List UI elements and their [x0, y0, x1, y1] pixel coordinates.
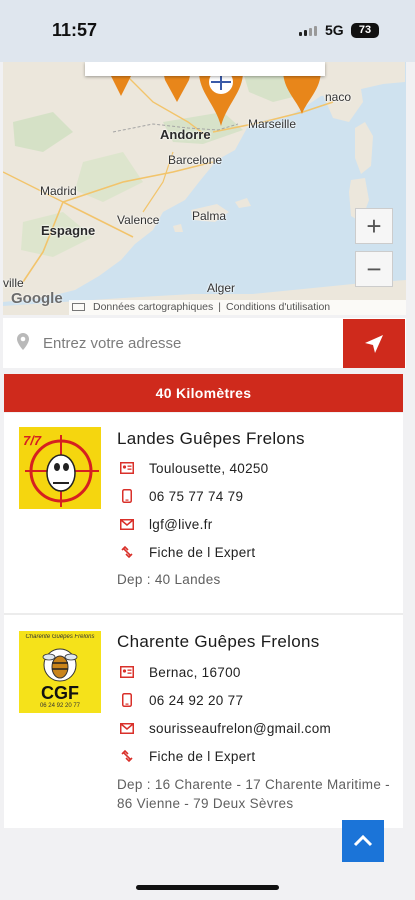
zoom-in-button[interactable]: +: [355, 208, 393, 244]
keyboard-icon[interactable]: [72, 303, 85, 312]
email-row[interactable]: lgf@live.fr: [120, 514, 213, 534]
expert-phone[interactable]: 06 24 92 20 77: [149, 693, 243, 708]
terms-link[interactable]: Conditions d'utilisation: [226, 301, 330, 313]
status-time: 11:57: [52, 20, 98, 40]
map-label-espagne: Espagne: [41, 223, 96, 238]
map-label-andorre: Andorre: [160, 127, 211, 142]
map-label-barcelone: Barcelone: [168, 153, 223, 167]
link-icon: [120, 749, 134, 763]
map-label-ville: ville: [3, 276, 24, 290]
map-data-link[interactable]: Données cartographiques: [93, 301, 213, 313]
geolocate-button[interactable]: [343, 319, 405, 368]
logo-text: 7/7: [23, 433, 42, 448]
expert-profile-link[interactable]: Fiche de l Expert: [149, 749, 255, 764]
phone-row[interactable]: 06 24 92 20 77: [120, 690, 243, 710]
signal-icon: [299, 26, 317, 36]
expert-departments: Dep : 40 Landes: [117, 572, 221, 587]
google-logo: Google: [11, 290, 63, 307]
map-label-madrid: Madrid: [40, 184, 77, 198]
logo-phone-text: 06 24 92 20 77: [39, 703, 81, 709]
expert-phone[interactable]: 06 75 77 74 79: [149, 489, 243, 504]
navigation-arrow-icon: [365, 334, 383, 353]
scroll-to-top-button[interactable]: [342, 820, 384, 862]
phone-screen: 11:57 5G 73 Andorre Marseille naco Madri…: [0, 0, 415, 900]
expert-departments: Dep : 16 Charente - 17 Charente Maritime…: [117, 777, 390, 811]
map-label-monaco: naco: [325, 90, 352, 104]
home-indicator[interactable]: [136, 885, 279, 890]
id-card-icon: [120, 461, 134, 475]
profile-link-row[interactable]: Fiche de l Expert: [120, 542, 255, 562]
expert-logo: 7/7: [19, 427, 101, 509]
address-row: Bernac, 16700: [120, 662, 241, 682]
address-row: Toulousette, 40250: [120, 458, 269, 478]
envelope-icon: [120, 721, 134, 735]
envelope-icon: [120, 517, 134, 531]
link-icon: [120, 545, 134, 559]
expert-name: Charente Guêpes Frelons: [117, 632, 320, 651]
map-attribution: Données cartographiques | Conditions d'uti…: [69, 300, 406, 315]
logo-text: CGF: [41, 683, 79, 703]
network-type: 5G: [325, 22, 344, 38]
expert-location: Toulousette, 40250: [149, 460, 269, 476]
map-label-palma: Palma: [192, 209, 227, 223]
expert-email[interactable]: sourisseaufrelon@gmail.com: [149, 721, 331, 736]
id-card-icon: [120, 665, 134, 679]
chevron-up-icon: [353, 835, 373, 847]
expert-name: Landes Guêpes Frelons: [117, 429, 305, 448]
mobile-phone-icon: [120, 489, 134, 503]
mobile-phone-icon: [120, 693, 134, 707]
expert-card[interactable]: Charente Guêpes Frelons CGF 06 24 92 20 …: [4, 615, 403, 828]
map-overlay-panel: [85, 62, 325, 76]
map-label-valence: Valence: [117, 213, 160, 227]
expert-email[interactable]: lgf@live.fr: [149, 517, 213, 532]
expert-card[interactable]: 7/7 Landes Guêpes Frelons Toulousette, 4…: [4, 413, 403, 613]
map-label-marseille: Marseille: [248, 117, 297, 131]
zoom-out-button[interactable]: −: [355, 251, 393, 287]
location-pin-icon: [17, 333, 29, 355]
battery-icon: 73: [351, 23, 379, 38]
address-input[interactable]: [43, 328, 333, 358]
phone-row[interactable]: 06 75 77 74 79: [120, 486, 243, 506]
expert-location: Bernac, 16700: [149, 664, 241, 680]
map-label-alger: Alger: [207, 281, 236, 295]
address-search-bar: [3, 318, 406, 368]
expert-logo: Charente Guêpes Frelons CGF 06 24 92 20 …: [19, 631, 101, 713]
map-view[interactable]: Andorre Marseille naco Madrid Espagne Ba…: [3, 62, 406, 315]
status-bar: 11:57 5G 73: [0, 0, 415, 62]
expert-profile-link[interactable]: Fiche de l Expert: [149, 545, 255, 560]
profile-link-row[interactable]: Fiche de l Expert: [120, 746, 255, 766]
radius-selector[interactable]: 40 Kilomètres: [4, 374, 403, 412]
email-row[interactable]: sourisseaufrelon@gmail.com: [120, 718, 331, 738]
